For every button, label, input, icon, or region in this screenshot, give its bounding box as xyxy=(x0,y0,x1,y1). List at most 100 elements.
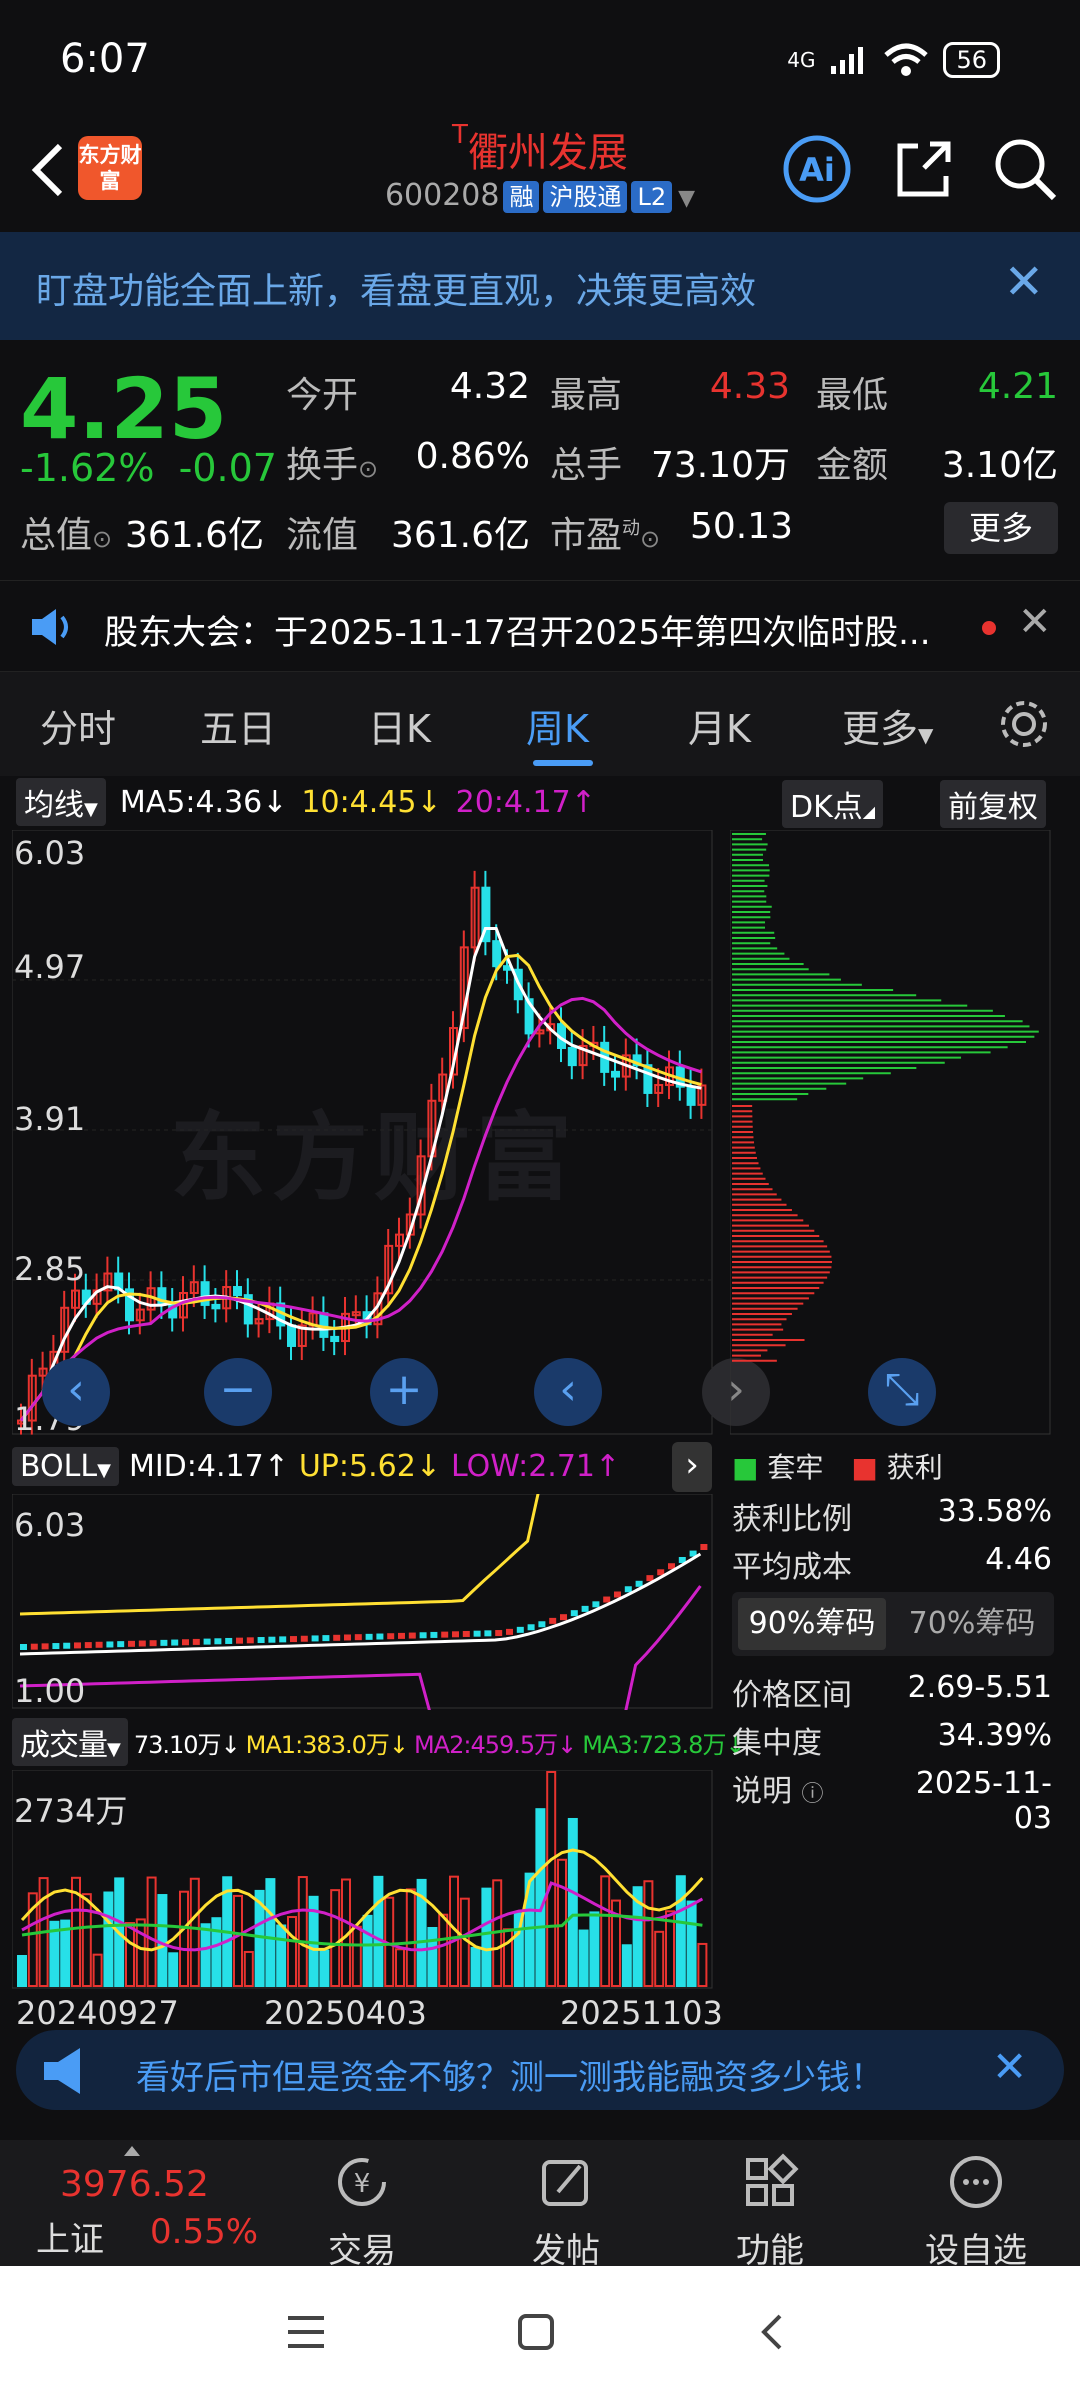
zoom-out-icon[interactable]: − xyxy=(204,1358,272,1426)
boll-candle-20 xyxy=(236,1638,243,1644)
tab-90-chip[interactable]: 90%筹码 xyxy=(738,1598,886,1650)
float-value: 361.6亿 xyxy=(380,506,530,558)
boll-candle-0 xyxy=(20,1644,27,1650)
unread-dot xyxy=(982,621,996,635)
adjust-button[interactable]: 前复权 xyxy=(940,780,1046,828)
back-arrow-icon[interactable] xyxy=(20,130,80,210)
dk-point-button[interactable]: DK点◢ xyxy=(782,780,883,828)
boll-candle-16 xyxy=(193,1639,200,1645)
candlestick-chart[interactable] xyxy=(12,830,716,1436)
volume-bar-33 xyxy=(374,1877,382,1986)
tab-daily[interactable]: 日K xyxy=(368,698,431,753)
index-ticker[interactable]: 3976.52 上证 0.55% xyxy=(0,2140,250,2266)
volume-bar-43 xyxy=(482,1889,490,1986)
svg-text:Ai: Ai xyxy=(799,151,835,189)
boll-candle-5 xyxy=(74,1642,81,1648)
axis-label-3: 3.91 xyxy=(14,1100,85,1138)
share-icon[interactable] xyxy=(888,134,958,204)
legend-trapped: ■ 套牢 xyxy=(732,1446,823,1486)
ma10-line xyxy=(21,955,701,1420)
boll-axis-top: 6.03 xyxy=(14,1506,85,1544)
tab-weekly[interactable]: 周K xyxy=(526,698,589,753)
home-icon[interactable] xyxy=(514,2310,558,2354)
network-label: 4G xyxy=(787,48,815,72)
tab-five-day[interactable]: 五日 xyxy=(200,698,276,753)
mktcap-label: 总值⊙ xyxy=(20,506,112,558)
prev-icon[interactable]: ‹ xyxy=(534,1358,602,1426)
date-axis: 20240927 20250403 20251103 xyxy=(0,1990,716,2034)
status-time: 6:07 xyxy=(60,36,150,82)
watchlist-icon xyxy=(944,2152,1008,2214)
ai-icon[interactable]: Ai xyxy=(782,134,852,204)
speaker-icon xyxy=(28,605,76,649)
volume-bar-61 xyxy=(677,1876,685,1986)
vol-ma2: MA2:459.5万↓ xyxy=(414,1725,576,1760)
boll-candle-24 xyxy=(279,1636,286,1642)
more-button[interactable]: 更多 xyxy=(944,502,1058,554)
vol-ma3: MA3:723.8万↓ xyxy=(582,1725,744,1760)
volume-bar-52 xyxy=(580,1931,588,1986)
tab-intraday[interactable]: 分时 xyxy=(40,698,116,753)
megaphone-icon xyxy=(40,2044,100,2098)
notice-text: 股东大会：于2025-11-17召开2025年第四次临时股... xyxy=(104,605,931,654)
promo-banner[interactable]: 看好后市但是资金不够？测一测我能融资多少钱！ ✕ xyxy=(16,2030,1064,2110)
boll-candle-12 xyxy=(150,1640,157,1646)
ma5-value: MA5:4.36↓ xyxy=(120,785,288,820)
nav-post[interactable]: 发帖 xyxy=(496,2152,636,2272)
avg-cost-label: 平均成本 xyxy=(732,1542,852,1586)
candle-body-62 xyxy=(688,1087,695,1105)
indicator-selector[interactable]: 均线▼ xyxy=(16,778,106,826)
volume-bar-28 xyxy=(320,1951,328,1986)
tab-more[interactable]: 更多▼ xyxy=(842,698,933,753)
bottom-nav: 3976.52 上证 0.55% ¥ 交易 发帖 功能 设自选 xyxy=(0,2140,1080,2266)
boll-chart[interactable] xyxy=(12,1494,716,1710)
close-icon[interactable]: ✕ xyxy=(1004,254,1044,310)
nav-trade[interactable]: ¥ 交易 xyxy=(292,2152,432,2272)
close-icon[interactable]: ✕ xyxy=(1018,599,1052,645)
grid-icon xyxy=(738,2152,802,2214)
tag-l2: L2 xyxy=(631,181,672,213)
app-logo[interactable]: 东方财富 xyxy=(78,136,142,200)
candle-body-44 xyxy=(493,941,500,966)
nav-add-watchlist[interactable]: 设自选 xyxy=(906,2152,1046,2272)
notice-bar[interactable]: 股东大会：于2025-11-17召开2025年第四次临时股... ✕ xyxy=(0,580,1080,672)
info-icon: ⓘ xyxy=(802,1782,824,1807)
scroll-left-icon[interactable]: ‹ xyxy=(42,1358,110,1426)
volume-bar-63 xyxy=(698,1944,706,1986)
feature-banner[interactable]: 盯盘功能全面上新，看盘更直观，决策更高效 ✕ xyxy=(0,232,1080,340)
svg-text:¥: ¥ xyxy=(354,2169,371,2199)
tab-monthly[interactable]: 月K xyxy=(688,698,751,753)
ma5-line xyxy=(21,929,701,1421)
volume-bar-38 xyxy=(428,1928,436,1986)
gear-icon[interactable] xyxy=(996,696,1052,752)
boll-candle-39 xyxy=(441,1632,448,1638)
boll-candle-28 xyxy=(322,1635,329,1641)
nav-functions[interactable]: 功能 xyxy=(700,2152,840,2272)
volume-bar-53 xyxy=(590,1912,598,1986)
volume-selector[interactable]: 成交量▼ xyxy=(12,1718,128,1766)
stock-header: T衢州发展 600208 融沪股通 L2 ▼ 东方财富 Ai xyxy=(0,120,1080,230)
expand-arrow-icon[interactable]: › xyxy=(672,1442,712,1492)
tag-connect: 沪股通 xyxy=(543,181,627,213)
note-label[interactable]: 说明 ⓘ xyxy=(732,1766,824,1810)
back-icon[interactable] xyxy=(750,2310,794,2354)
volume-bar-14 xyxy=(169,1953,177,1986)
boll-candle-4 xyxy=(63,1643,70,1649)
boll-selector[interactable]: BOLL▼ xyxy=(12,1447,119,1486)
wifi-icon xyxy=(883,43,929,77)
active-tab-indicator xyxy=(533,760,593,766)
volume-bar-45 xyxy=(504,1929,512,1986)
tab-70-chip[interactable]: 70%筹码 xyxy=(898,1598,1046,1650)
volume-bar-54 xyxy=(601,1876,609,1986)
close-icon[interactable]: ✕ xyxy=(992,2042,1027,2091)
zoom-in-icon[interactable]: + xyxy=(370,1358,438,1426)
boll-candle-25 xyxy=(290,1636,297,1642)
avg-cost-value: 4.46 xyxy=(900,1542,1052,1577)
boll-candle-8 xyxy=(106,1641,113,1647)
boll-candle-49 xyxy=(549,1618,556,1624)
menu-icon[interactable] xyxy=(284,2310,328,2354)
index-value: 3976.52 xyxy=(60,2164,209,2205)
volume-bar-58 xyxy=(644,1881,652,1986)
price-change: -1.62% -0.07 xyxy=(20,446,277,490)
search-icon[interactable] xyxy=(990,134,1060,204)
